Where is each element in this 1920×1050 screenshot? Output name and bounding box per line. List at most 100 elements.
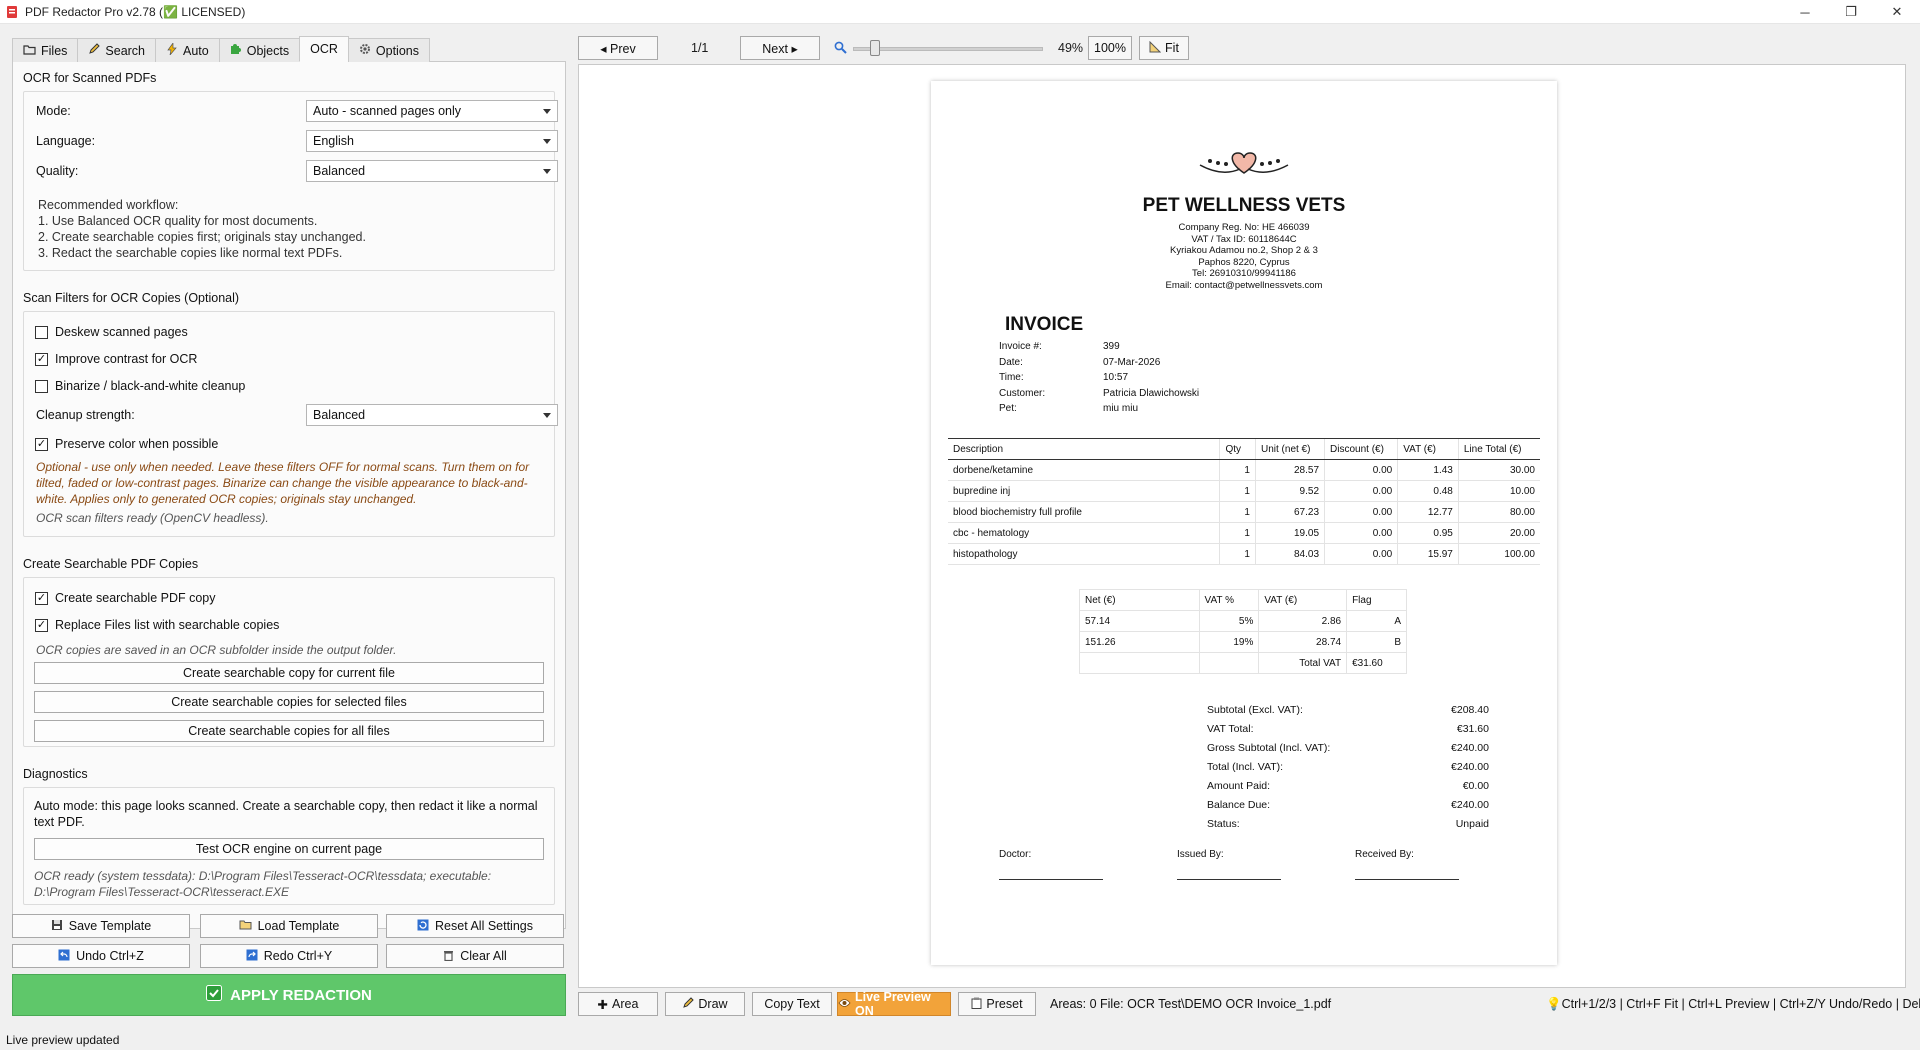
checkbox-box[interactable]: ✓	[35, 591, 48, 605]
tab-ocr[interactable]: OCR	[299, 36, 349, 62]
total-label: Gross Subtotal (Incl. VAT):	[1207, 742, 1331, 754]
workflow-title: Recommended workflow:	[38, 198, 179, 212]
checkbox-box[interactable]	[35, 325, 48, 339]
total-value: €240.00	[1451, 742, 1489, 754]
workflow-step-3: 3. Redact the searchable copies like nor…	[38, 246, 343, 260]
tab-options[interactable]: Options	[347, 38, 430, 62]
tab-label: Objects	[246, 43, 290, 58]
tab-objects[interactable]: Objects	[218, 38, 301, 62]
apply-redaction-label: APPLY REDACTION	[230, 986, 372, 1004]
meta-label: Invoice #:	[999, 341, 1042, 352]
workflow-text: Recommended workflow: 1. Use Balanced OC…	[38, 197, 366, 261]
copy-text-button[interactable]: Copy Text	[752, 992, 832, 1016]
workflow-step-1: 1. Use Balanced OCR quality for most doc…	[38, 214, 318, 228]
vat-total-label: Total VAT	[1258, 652, 1347, 674]
zoom-100-button[interactable]: 100%	[1088, 36, 1132, 60]
meta-label: Date:	[999, 356, 1023, 368]
cell: 9.52	[1254, 480, 1325, 502]
maximize-button[interactable]: ❐	[1828, 0, 1874, 24]
meta-label: Time:	[999, 372, 1024, 383]
pdf-viewer[interactable]: PET WELLNESS VETS Company Reg. No: HE 46…	[578, 64, 1906, 988]
apply-redaction-button[interactable]: APPLY REDACTION	[12, 974, 566, 1016]
signature-line	[999, 879, 1103, 880]
test-ocr-button[interactable]: Test OCR engine on current page	[34, 838, 544, 860]
load-template-button[interactable]: Load Template	[200, 914, 378, 938]
tab-search[interactable]: Search	[77, 38, 157, 62]
zoom-slider-thumb[interactable]	[870, 40, 881, 56]
create-copies-all-button[interactable]: Create searchable copies for all files	[34, 720, 544, 742]
window-title: PDF Redactor Pro v2.78 (✅ LICENSED)	[25, 4, 246, 19]
cell: 0.00	[1324, 459, 1398, 481]
quality-label: Quality:	[36, 164, 79, 178]
reset-all-settings-button[interactable]: Reset All Settings	[386, 914, 564, 938]
create-copy-current-button[interactable]: Create searchable copy for current file	[34, 662, 544, 684]
zoom-icon	[834, 41, 847, 57]
table-row: 151.26 19% 28.74 B	[1079, 631, 1407, 653]
cell: 0.95	[1397, 522, 1459, 544]
tab-label: Options	[375, 43, 419, 58]
checkbox-box[interactable]: ✓	[35, 618, 48, 632]
address-line: Tel: 26910310/99941186	[1192, 268, 1296, 280]
language-value: English	[313, 134, 354, 148]
preset-button[interactable]: Preset	[958, 992, 1036, 1016]
create-copy-checkbox[interactable]: ✓ Create searchable PDF copy	[35, 591, 216, 605]
column-header: Description	[948, 438, 1220, 460]
minimize-button[interactable]: ─	[1782, 0, 1828, 24]
quality-select[interactable]: Balanced	[306, 160, 558, 182]
bottom-toolbar: ✚ Area Draw Copy Text Live Preview ON Pre…	[578, 990, 1920, 1018]
deskew-checkbox[interactable]: Deskew scanned pages	[35, 325, 188, 339]
draw-tool-button[interactable]: Draw	[665, 992, 745, 1016]
undo-button[interactable]: Undo Ctrl+Z	[12, 944, 190, 968]
heart-paws-logo-icon	[1194, 147, 1294, 180]
shortcuts-hint: 💡Ctrl+1/2/3 | Ctrl+F Fit | Ctrl+L Previe…	[1546, 997, 1920, 1012]
total-value: €240.00	[1451, 761, 1489, 773]
language-select[interactable]: English	[306, 130, 558, 152]
fit-button[interactable]: Fit	[1139, 36, 1189, 60]
mode-select[interactable]: Auto - scanned pages only	[306, 100, 558, 122]
vat-table: Net (€) VAT % VAT (€) Flag 57.14 5% 2.86 A …	[1079, 589, 1407, 674]
prev-page-button[interactable]: ◂ Prev	[578, 36, 658, 60]
draw-label: Draw	[698, 997, 728, 1011]
cell: A	[1346, 610, 1407, 632]
clear-all-button[interactable]: Clear All	[386, 944, 564, 968]
tab-label: OCR	[310, 42, 338, 56]
table-row: cbc - hematology 1 19.05 0.00 0.95 20.00	[948, 522, 1540, 544]
column-header: Discount (€)	[1324, 438, 1398, 460]
eye-icon	[838, 997, 851, 1011]
contrast-checkbox[interactable]: ✓ Improve contrast for OCR	[35, 352, 197, 366]
redo-icon	[246, 949, 258, 964]
address-line: Company Reg. No: HE 466039	[1178, 222, 1310, 233]
cleanup-select[interactable]: Balanced	[306, 404, 558, 426]
table-row: histopathology 1 84.03 0.00 15.97 100.00	[948, 543, 1540, 565]
tab-label: Files	[41, 43, 68, 58]
checkbox-box[interactable]	[35, 379, 48, 393]
column-header: VAT %	[1198, 589, 1259, 611]
binarize-checkbox[interactable]: Binarize / black-and-white cleanup	[35, 379, 245, 393]
ocr-copies-note: OCR copies are saved in an OCR subfolder…	[36, 643, 397, 657]
zoom-slider-track[interactable]	[853, 47, 1043, 51]
save-template-label: Save Template	[68, 919, 152, 933]
contrast-label: Improve contrast for OCR	[55, 352, 198, 366]
workflow-step-2: 2. Create searchable copies first; origi…	[38, 230, 366, 244]
tab-files[interactable]: Files	[12, 38, 79, 62]
redo-button[interactable]: Redo Ctrl+Y	[200, 944, 378, 968]
checkbox-box[interactable]: ✓	[35, 437, 48, 451]
tab-auto[interactable]: Auto	[155, 38, 220, 62]
cell: dorbene/ketamine	[948, 459, 1220, 481]
preserve-color-checkbox[interactable]: ✓ Preserve color when possible	[35, 437, 218, 451]
next-page-button[interactable]: Next ▸	[740, 36, 820, 60]
close-button[interactable]: ✕	[1874, 0, 1920, 24]
signature-doctor: Doctor:	[999, 849, 1032, 860]
live-preview-toggle[interactable]: Live Preview ON	[837, 990, 951, 1018]
replace-list-checkbox[interactable]: ✓ Replace Files list with searchable copi…	[35, 618, 279, 632]
checkbox-box[interactable]: ✓	[35, 352, 48, 366]
cell: 151.26	[1079, 631, 1200, 653]
searchable-group: ✓ Create searchable PDF copy ✓ Replace Fil…	[23, 577, 555, 747]
create-copies-selected-button[interactable]: Create searchable copies for selected fi…	[34, 691, 544, 713]
area-tool-button[interactable]: ✚ Area	[578, 992, 658, 1016]
preset-label: Preset	[986, 997, 1023, 1011]
save-template-button[interactable]: Save Template	[12, 914, 190, 938]
column-header: Qty	[1219, 438, 1256, 460]
create-copy-label: Create searchable PDF copy	[55, 591, 216, 605]
cell: 1	[1219, 459, 1256, 481]
